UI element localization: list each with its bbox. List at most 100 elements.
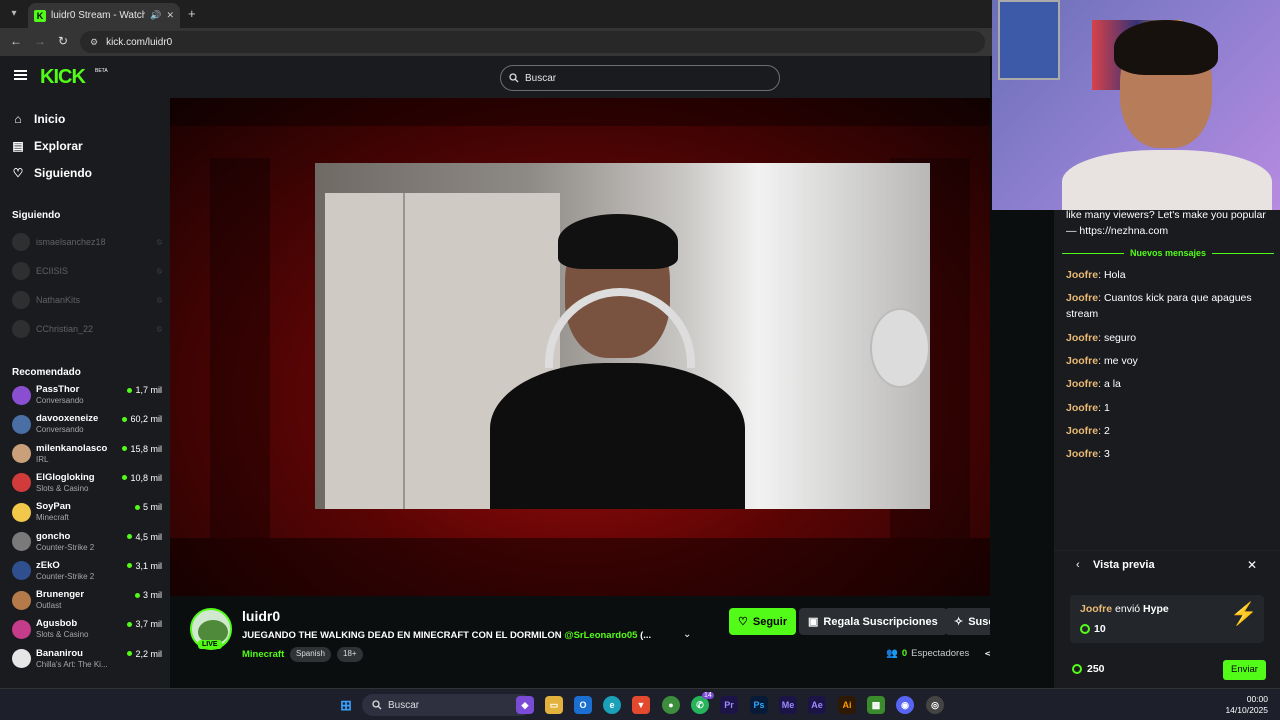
recommended-item[interactable]: Brunenger Outlast 3 mil [12, 587, 162, 613]
chat-username[interactable]: Joofre [1066, 402, 1098, 414]
recommended-item[interactable]: milenkanolasco IRL 15,8 mil [12, 441, 162, 467]
viewer-count-text: 3 mil [142, 590, 162, 601]
browser-tab[interactable]: K luidr0 Stream - Watch Live ... 🔊 ✕ [28, 3, 180, 28]
gift-subs-button[interactable]: ▣ Regala Suscripciones [799, 608, 947, 635]
chat-username[interactable]: Joofre [1066, 292, 1098, 304]
chat-message[interactable]: Joofre: me voy [1066, 353, 1276, 369]
recommended-category: Counter-Strike 2 [36, 571, 95, 581]
chat-message[interactable]: Joofre: Hola [1066, 267, 1276, 283]
chat-username[interactable]: Joofre [1066, 378, 1098, 390]
illustrator-icon[interactable]: Ai [838, 696, 856, 714]
recommended-name: Bananirou [36, 647, 83, 659]
following-item[interactable]: CChristian_22 ⦸ [12, 319, 162, 339]
taskbar-clock[interactable]: 00:00 14/10/2025 [1218, 694, 1268, 716]
copilot-icon[interactable]: ◆ [516, 696, 534, 714]
search-input[interactable]: Buscar [500, 65, 780, 91]
offline-icon: ⦸ [156, 324, 162, 333]
menu-icon[interactable] [14, 70, 27, 80]
windows-start-icon[interactable]: ⊞ [337, 696, 355, 714]
recommended-section-title: Recomendado [12, 367, 81, 378]
channel-name[interactable]: luidr0 [242, 608, 280, 624]
chat-message[interactable]: Joofre: seguro [1066, 330, 1276, 346]
following-item[interactable]: ismaelsanchez18 ⦸ [12, 232, 162, 252]
outlook-icon[interactable]: O [574, 696, 592, 714]
avatar [12, 444, 31, 464]
discord-icon[interactable]: ◉ [896, 696, 914, 714]
file-explorer-icon[interactable]: ▭ [545, 696, 563, 714]
following-name: ismaelsanchez18 [36, 237, 106, 247]
following-name: NathanKits [36, 295, 81, 305]
chat-username[interactable]: Joofre [1066, 355, 1098, 367]
media-encoder-icon[interactable]: Me [779, 696, 797, 714]
sidebar-item-inicio[interactable]: ⌂ Inicio [12, 112, 65, 126]
site-info-icon[interactable]: ⚙ [90, 37, 98, 48]
background-shape [170, 538, 990, 596]
after-effects-icon[interactable]: Ae [808, 696, 826, 714]
chat-message[interactable]: Joofre: Cuantos kick para que apagues st… [1066, 290, 1276, 322]
recommended-name: zEkO [36, 559, 60, 571]
chat-message[interactable]: Joofre: 1 [1066, 400, 1276, 416]
recommended-item[interactable]: ElGlogloking Slots & Casino 10,8 mil [12, 470, 162, 496]
back-icon[interactable]: ← [10, 34, 22, 48]
following-item[interactable]: ECIISIS ⦸ [12, 261, 162, 281]
chat-message[interactable]: Joofre: 3 [1066, 446, 1276, 462]
avatar [12, 502, 31, 522]
recommended-viewers: 3 mil [134, 590, 162, 601]
reload-icon[interactable]: ↻ [58, 34, 68, 48]
recommended-viewers: 3,1 mil [127, 561, 162, 571]
chevron-left-icon[interactable]: ‹ [1076, 559, 1080, 571]
following-item[interactable]: NathanKits ⦸ [12, 290, 162, 310]
chevron-down-icon[interactable]: ⌄ [683, 629, 691, 640]
edge-icon[interactable]: e [603, 696, 621, 714]
stream-title-mention[interactable]: @SrLeonardo05 [564, 630, 637, 641]
recommended-item[interactable]: SoyPan Minecraft 5 mil [12, 499, 162, 525]
category-link[interactable]: Minecraft [242, 649, 284, 660]
gift-preview-panel: ‹ Vista previa ✕ Joofre envió Hype 10 ⚡ … [1054, 550, 1280, 688]
live-dot-icon [122, 416, 128, 422]
recommended-item[interactable]: Bananirou Chilla's Art: The Ki... 2,2 mil [12, 646, 162, 672]
chat-message[interactable]: Joofre: a la [1066, 376, 1276, 392]
new-messages-divider[interactable]: Nuevos mensajes [1062, 247, 1275, 259]
chat-username[interactable]: Joofre [1066, 269, 1098, 281]
recommended-item[interactable]: goncho Counter-Strike 2 4,5 mil [12, 529, 162, 555]
tab-close-icon[interactable]: ✕ [166, 10, 174, 21]
recommended-name: Agusbob [36, 618, 78, 630]
chat-message[interactable]: Joofre: 2 [1066, 423, 1276, 439]
viewer-count-text: 2,2 mil [135, 648, 162, 659]
viewer-count-text: 15,8 mil [130, 443, 162, 454]
follow-button[interactable]: ♡ Seguir [729, 608, 797, 635]
send-button[interactable]: Enviar [1223, 660, 1266, 680]
recommended-item[interactable]: Agusbob Slots & Casino 3,7 mil [12, 616, 162, 642]
recommended-item[interactable]: davooxeneize Conversando 60,2 mil [12, 411, 162, 437]
sidebar-item-siguiendo[interactable]: ♡ Siguiendo [12, 166, 92, 180]
brave-icon[interactable]: ▼ [632, 696, 650, 714]
beta-badge: BETA [95, 68, 108, 74]
person-body [1062, 150, 1272, 210]
sidebar-item-explorar[interactable]: ▤ Explorar [12, 139, 82, 153]
new-tab-icon[interactable]: + [188, 6, 196, 21]
recommended-item[interactable]: zEkO Counter-Strike 2 3,1 mil [12, 558, 162, 584]
avatar [12, 590, 31, 610]
live-dot-icon [127, 534, 133, 539]
premiere-icon[interactable]: Pr [720, 696, 738, 714]
stream-title: JUEGANDO THE WALKING DEAD EN MINECRAFT C… [242, 630, 651, 641]
recommended-item[interactable]: PassThor Conversando 1,7 mil [12, 382, 162, 408]
chrome-icon[interactable]: ● [662, 696, 680, 714]
photoshop-icon[interactable]: Ps [750, 696, 768, 714]
minecraft-icon[interactable]: ▩ [867, 696, 885, 714]
audio-icon[interactable]: 🔊 [150, 10, 161, 21]
avatar [12, 473, 31, 493]
chat-username[interactable]: Joofre [1066, 332, 1098, 344]
tab-list-dropdown-icon[interactable]: ▾ [6, 6, 22, 22]
kick-logo[interactable]: KICK [40, 66, 86, 89]
forward-icon[interactable]: → [34, 34, 46, 48]
video-player[interactable] [170, 98, 990, 596]
tag-language[interactable]: Spanish [290, 647, 331, 662]
url-field[interactable]: ⚙ kick.com/luidr0 [80, 31, 985, 53]
chat-username[interactable]: Joofre [1066, 448, 1098, 460]
chat-username[interactable]: Joofre [1066, 425, 1098, 437]
taskbar-search[interactable]: Buscar [362, 694, 532, 716]
tag-mature[interactable]: 18+ [337, 647, 363, 662]
close-icon[interactable]: ✕ [1247, 558, 1257, 572]
obs-icon[interactable]: ◎ [926, 696, 944, 714]
